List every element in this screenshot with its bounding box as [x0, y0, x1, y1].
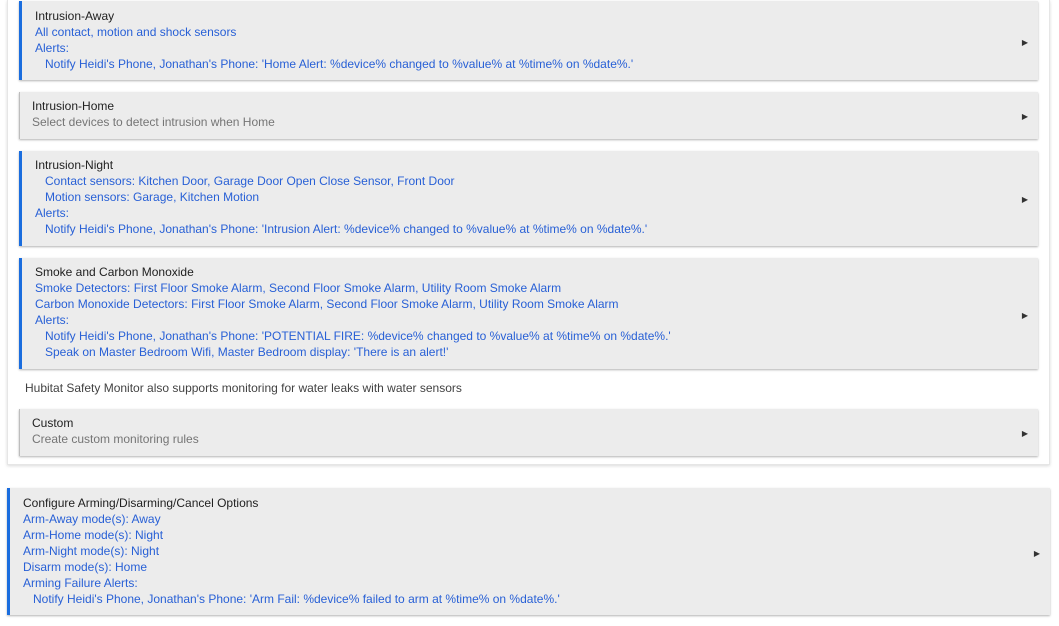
section-custom[interactable]: Custom Create custom monitoring rules ▶ [19, 409, 1038, 456]
expand-arrow-icon: ▶ [1021, 429, 1028, 438]
arm-night-modes: Arm-Night mode(s): Night [23, 544, 160, 558]
expand-arrow-icon: ▶ [1033, 549, 1040, 558]
expand-arrow-icon: ▶ [1021, 195, 1028, 204]
devices-summary: All contact, motion and shock sensors [35, 25, 237, 39]
notify-summary: Notify Heidi's Phone, Jonathan's Phone: … [45, 329, 671, 343]
section-arming-options[interactable]: Configure Arming/Disarming/Cancel Option… [7, 488, 1050, 615]
section-title: Intrusion-Night [35, 158, 114, 172]
alerts-label: Alerts: [35, 41, 70, 55]
arm-home-modes: Arm-Home mode(s): Night [23, 528, 164, 542]
alerts-label: Alerts: [35, 206, 70, 220]
speak-summary: Speak on Master Bedroom Wifi, Master Bed… [45, 345, 449, 359]
section-title: Intrusion-Home [32, 99, 115, 113]
contact-sensors: Contact sensors: Kitchen Door, Garage Do… [45, 174, 455, 188]
arm-away-modes: Arm-Away mode(s): Away [23, 512, 161, 526]
section-title: Smoke and Carbon Monoxide [35, 265, 194, 279]
co-detectors: Carbon Monoxide Detectors: First Floor S… [35, 297, 619, 311]
arming-failure-label: Arming Failure Alerts: [23, 576, 138, 590]
section-title: Custom [32, 416, 74, 430]
disarm-modes: Disarm mode(s): Home [23, 560, 148, 574]
section-intrusion-home[interactable]: Intrusion-Home Select devices to detect … [19, 92, 1038, 139]
motion-sensors: Motion sensors: Garage, Kitchen Motion [45, 190, 260, 204]
notify-summary: Notify Heidi's Phone, Jonathan's Phone: … [33, 592, 560, 606]
section-title: Configure Arming/Disarming/Cancel Option… [23, 496, 259, 510]
expand-arrow-icon: ▶ [1021, 112, 1028, 121]
water-leak-note: Hubitat Safety Monitor also supports mon… [25, 381, 462, 395]
section-smoke-co[interactable]: Smoke and Carbon Monoxide Smoke Detector… [19, 258, 1038, 369]
section-title: Intrusion-Away [35, 9, 115, 23]
smoke-detectors: Smoke Detectors: First Floor Smoke Alarm… [35, 281, 562, 295]
section-description: Select devices to detect intrusion when … [32, 115, 275, 129]
alerts-label: Alerts: [35, 313, 70, 327]
section-intrusion-night[interactable]: Intrusion-Night Contact sensors: Kitchen… [19, 151, 1038, 246]
section-description: Create custom monitoring rules [32, 432, 199, 446]
section-intrusion-away[interactable]: Intrusion-Away All contact, motion and s… [19, 1, 1038, 80]
notify-summary: Notify Heidi's Phone, Jonathan's Phone: … [45, 57, 634, 71]
expand-arrow-icon: ▶ [1021, 38, 1028, 47]
notify-summary: Notify Heidi's Phone, Jonathan's Phone: … [45, 222, 648, 236]
expand-arrow-icon: ▶ [1021, 311, 1028, 320]
